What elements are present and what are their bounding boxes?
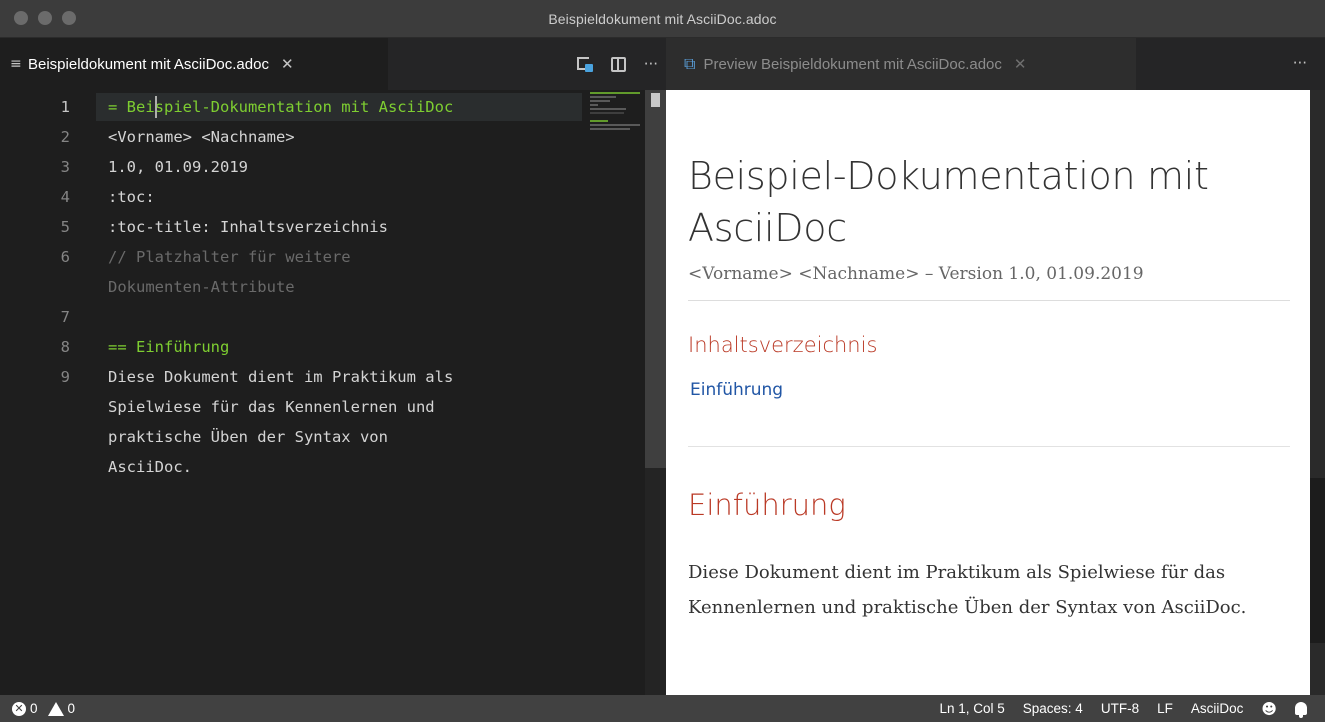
line-number: 8 — [60, 338, 70, 356]
divider — [688, 300, 1290, 301]
editor-actions: ··· — [576, 38, 658, 90]
feedback-icon[interactable]: ☻ — [1261, 700, 1277, 718]
code-line[interactable]: = Beispiel-Dokumentation mit AsciiDoc — [108, 92, 453, 122]
preview-tab[interactable]: ⧉ Preview Beispieldokument mit AsciiDoc.… — [666, 38, 1136, 90]
window-titlebar: Beispieldokument mit AsciiDoc.adoc — [0, 0, 1325, 38]
text-cursor — [155, 96, 157, 118]
line-number: 4 — [60, 188, 70, 206]
code-line[interactable]: Dokumenten-Attribute — [108, 272, 295, 302]
editor-scrollbar-thumb[interactable] — [645, 90, 666, 468]
preview-tab-bar: ⧉ Preview Beispieldokument mit AsciiDoc.… — [666, 38, 1325, 90]
divider — [688, 446, 1290, 447]
minimap-line — [590, 92, 640, 94]
code-line[interactable]: Diese Dokument dient im Praktikum als — [108, 362, 453, 392]
indentation[interactable]: Spaces: 4 — [1023, 701, 1083, 716]
minimap[interactable] — [590, 90, 644, 150]
status-bar: ✕ 0 0 Ln 1, Col 5 Spaces: 4 UTF-8 LF Asc… — [0, 695, 1325, 722]
line-number: 6 — [60, 248, 70, 266]
minimap-line — [590, 128, 630, 130]
status-right-items: Ln 1, Col 5 Spaces: 4 UTF-8 LF AsciiDoc … — [939, 695, 1307, 722]
preview-scrollbar-thumb[interactable] — [1310, 478, 1325, 643]
line-ending[interactable]: LF — [1157, 701, 1173, 716]
preview-tab-label: Preview Beispieldokument mit AsciiDoc.ad… — [703, 55, 1002, 73]
overview-ruler-cursor — [651, 93, 660, 107]
minimap-line — [590, 96, 616, 98]
toc-link-einfuehrung[interactable]: Einführung — [690, 380, 783, 400]
code-line[interactable]: Spielwiese für das Kennenlernen und — [108, 392, 435, 422]
language-mode[interactable]: AsciiDoc — [1191, 701, 1244, 716]
code-line[interactable]: // Platzhalter für weitere — [108, 242, 351, 272]
line-number — [0, 422, 70, 452]
cursor-position[interactable]: Ln 1, Col 5 — [939, 701, 1004, 716]
document-title: Beispiel-Dokumentation mit AsciiDoc — [688, 154, 1209, 250]
minimap-line — [590, 112, 624, 114]
line-number: 2 — [60, 128, 70, 146]
preview-document: Beispiel-Dokumentation mit AsciiDoc <Vor… — [666, 90, 1310, 695]
minimap-line — [590, 124, 640, 126]
error-count: 0 — [30, 701, 38, 716]
code-line[interactable]: AsciiDoc. — [108, 452, 192, 482]
encoding[interactable]: UTF-8 — [1101, 701, 1139, 716]
code-line[interactable]: 1.0, 01.09.2019 — [108, 152, 248, 182]
problems-indicator[interactable]: ✕ 0 0 — [12, 695, 75, 722]
line-number: 1 — [60, 98, 70, 116]
notifications-bell-icon[interactable] — [1295, 702, 1307, 718]
close-tab-icon[interactable]: ✕ — [281, 55, 294, 73]
section-paragraph: Diese Dokument dient im Praktikum als Sp… — [688, 562, 1247, 618]
minimap-line — [590, 100, 610, 102]
close-tab-icon[interactable]: ✕ — [1014, 55, 1027, 73]
line-number: 3 — [60, 158, 70, 176]
line-number — [0, 452, 70, 482]
section-title: Einführung — [688, 488, 846, 522]
open-preview-to-side-icon[interactable] — [576, 56, 593, 72]
editor-tab-label: Beispieldokument mit AsciiDoc.adoc — [28, 55, 269, 73]
line-number: 5 — [60, 218, 70, 236]
code-line[interactable]: <Vorname> <Nachname> — [108, 122, 295, 152]
minimap-line — [590, 108, 626, 110]
warning-count: 0 — [67, 701, 76, 716]
close-window-button[interactable] — [14, 11, 28, 25]
more-actions-icon[interactable]: ··· — [1293, 54, 1307, 72]
line-number — [0, 392, 70, 422]
lines-icon: ≡ — [10, 56, 22, 72]
window-controls[interactable] — [14, 11, 76, 25]
more-actions-icon[interactable]: ··· — [644, 55, 658, 73]
code-line[interactable]: praktische Üben der Syntax von — [108, 422, 388, 452]
editor-tab[interactable]: ≡ Beispieldokument mit AsciiDoc.adoc ✕ — [0, 38, 388, 90]
warning-icon — [47, 701, 64, 716]
minimize-window-button[interactable] — [38, 11, 52, 25]
document-details: <Vorname> <Nachname> – Version 1.0, 01.0… — [688, 264, 1144, 284]
toc-title: Inhaltsverzeichnis — [688, 333, 878, 357]
preview-icon: ⧉ — [684, 54, 696, 73]
code-line[interactable]: == Einführung — [108, 332, 229, 362]
window-title: Beispieldokument mit AsciiDoc.adoc — [548, 10, 777, 27]
zoom-window-button[interactable] — [62, 11, 76, 25]
line-number — [0, 272, 70, 302]
line-number: 9 — [60, 368, 70, 386]
minimap-line — [590, 120, 608, 122]
editor-group: ≡ Beispieldokument mit AsciiDoc.adoc ✕ ·… — [0, 38, 666, 695]
preview-group: ⧉ Preview Beispieldokument mit AsciiDoc.… — [666, 38, 1325, 695]
code-line[interactable]: :toc-title: Inhaltsverzeichnis — [108, 212, 388, 242]
editor-tab-bar: ≡ Beispieldokument mit AsciiDoc.adoc ✕ ·… — [0, 38, 666, 90]
code-line[interactable]: :toc: — [108, 182, 155, 212]
line-number: 7 — [60, 308, 70, 326]
split-editor-icon[interactable] — [610, 56, 626, 72]
minimap-line — [590, 104, 598, 106]
code-editor[interactable]: 1 2 3 4 5 6 7 8 9 = Beispiel-Dokumentation mit A… — [0, 90, 666, 695]
error-icon: ✕ — [12, 701, 26, 716]
